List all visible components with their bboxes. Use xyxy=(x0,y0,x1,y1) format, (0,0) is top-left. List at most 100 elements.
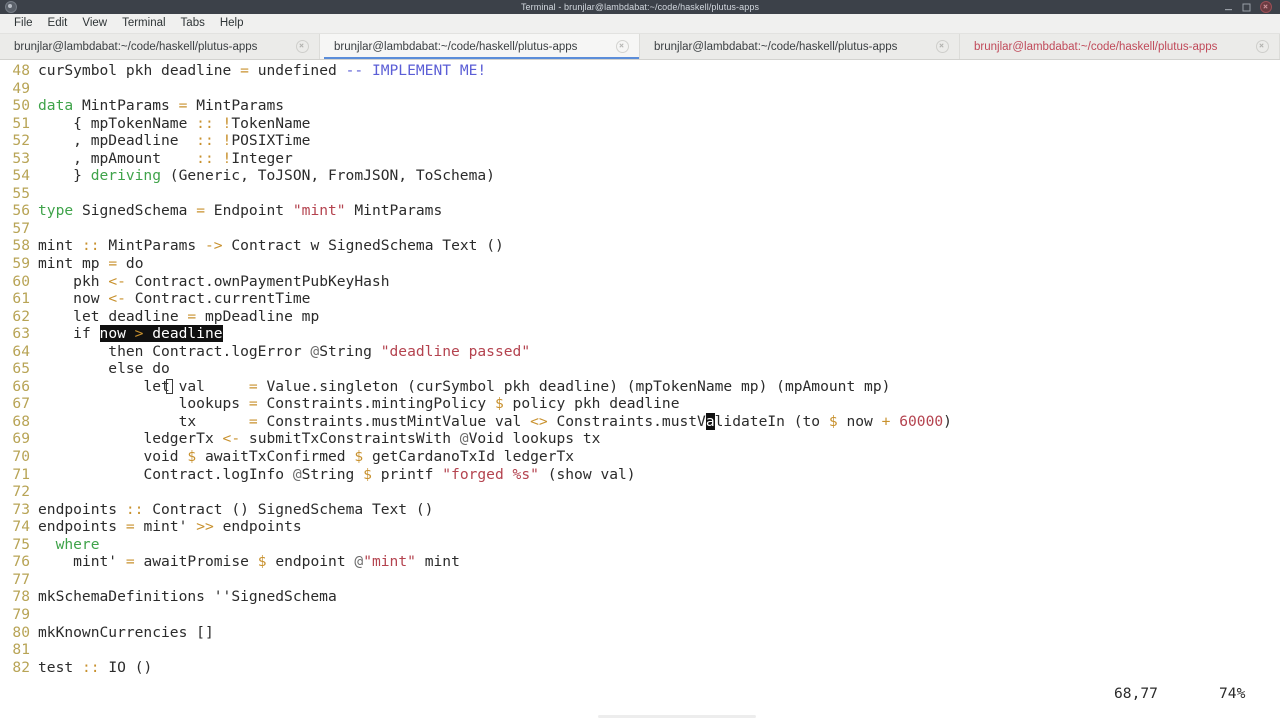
line-number: 70 xyxy=(12,448,30,466)
title-bar: Terminal - brunjlar@lambdabat:~/code/has… xyxy=(0,0,1280,14)
code-line: 49 xyxy=(0,80,1280,98)
line-number: 59 xyxy=(12,255,30,273)
line-number: 53 xyxy=(12,149,30,167)
code-line: 71 Contract.logInfo @String $ printf "fo… xyxy=(0,466,1280,484)
code-line: 81 xyxy=(0,641,1280,659)
code-line: 55 xyxy=(0,185,1280,203)
tab-label: brunjlar@lambdabat:~/code/haskell/plutus… xyxy=(334,40,578,53)
line-number: 62 xyxy=(12,307,30,325)
code-line: 68 tx = Constraints.mustMintValue val <>… xyxy=(0,412,1280,431)
code-buffer[interactable]: 48 curSymbol pkh deadline = undefined -- … xyxy=(0,62,1280,676)
tab-label: brunjlar@lambdabat:~/code/haskell/plutus… xyxy=(654,40,898,53)
menu-item-tabs[interactable]: Tabs xyxy=(174,15,213,32)
line-number: 54 xyxy=(12,167,30,185)
line-number: 51 xyxy=(12,114,30,132)
menu-item-edit[interactable]: Edit xyxy=(41,15,76,32)
line-number: 55 xyxy=(12,184,30,202)
terminal-window: Terminal - brunjlar@lambdabat:~/code/has… xyxy=(0,0,1280,720)
line-number: 72 xyxy=(12,483,30,501)
line-number: 78 xyxy=(12,588,30,606)
code-line: 50 data MintParams = MintParams xyxy=(0,97,1280,115)
line-number: 76 xyxy=(12,553,30,571)
code-line: 78 mkSchemaDefinitions ''SignedSchema xyxy=(0,588,1280,606)
code-line: 54 } deriving (Generic, ToJSON, FromJSON… xyxy=(0,167,1280,185)
line-number: 64 xyxy=(12,342,30,360)
code-line: 53 , mpAmount :: !Integer xyxy=(0,150,1280,168)
line-number: 60 xyxy=(12,272,30,290)
code-line: 82 test :: IO () xyxy=(0,659,1280,677)
line-number: 57 xyxy=(12,219,30,237)
line-number: 66 xyxy=(12,377,30,395)
window-title: Terminal - brunjlar@lambdabat:~/code/has… xyxy=(520,2,760,12)
code-line: 65 else do xyxy=(0,360,1280,378)
maximize-icon[interactable] xyxy=(1242,3,1251,12)
terminal-tab-1[interactable]: brunjlar@lambdabat:~/code/haskell/plutus… xyxy=(0,34,320,59)
terminal-tab-4[interactable]: brunjlar@lambdabat:~/code/haskell/plutus… xyxy=(960,34,1280,59)
line-number: 82 xyxy=(12,658,30,676)
code-line: 61 now <- Contract.currentTime xyxy=(0,290,1280,308)
menu-item-terminal[interactable]: Terminal xyxy=(115,15,173,32)
code-line: 75 where xyxy=(0,536,1280,554)
menu-item-file[interactable]: File xyxy=(7,15,41,32)
cursor-position: 68,77 xyxy=(1114,685,1158,703)
terminal-tab-3[interactable]: brunjlar@lambdabat:~/code/haskell/plutus… xyxy=(640,34,960,59)
line-number: 67 xyxy=(12,395,30,413)
code-line: 56 type SignedSchema = Endpoint "mint" Mi… xyxy=(0,202,1280,220)
tab-close-icon[interactable] xyxy=(296,40,309,53)
terminal-screen[interactable]: 48 curSymbol pkh deadline = undefined -- … xyxy=(0,60,1280,720)
line-number: 63 xyxy=(12,325,30,343)
code-line: 69 ledgerTx <- submitTxConstraintsWith @… xyxy=(0,430,1280,448)
code-line: 48 curSymbol pkh deadline = undefined -- … xyxy=(0,62,1280,80)
line-number: 58 xyxy=(12,237,30,255)
tab-label: brunjlar@lambdabat:~/code/haskell/plutus… xyxy=(974,40,1218,53)
line-number: 81 xyxy=(12,641,30,659)
menu-bar: File Edit View Terminal Tabs Help xyxy=(0,14,1280,34)
line-number: 68 xyxy=(12,412,30,430)
code-line: 70 void $ awaitTxConfirmed $ getCardanoT… xyxy=(0,448,1280,466)
text-cursor: a xyxy=(705,412,715,430)
code-line: 60 pkh <- Contract.ownPaymentPubKeyHash xyxy=(0,273,1280,291)
terminal-tab-2[interactable]: brunjlar@lambdabat:~/code/haskell/plutus… xyxy=(320,34,640,59)
line-number: 61 xyxy=(12,290,30,308)
code-line: 62 let deadline = mpDeadline mp xyxy=(0,308,1280,326)
scroll-percent: 74% xyxy=(1219,685,1246,703)
line-number: 56 xyxy=(12,202,30,220)
code-line: 77 xyxy=(0,571,1280,589)
code-line: 52 , mpDeadline :: !POSIXTime xyxy=(0,132,1280,150)
code-line: 67 lookups = Constraints.mintingPolicy $… xyxy=(0,395,1280,413)
tab-label: brunjlar@lambdabat:~/code/haskell/plutus… xyxy=(14,40,258,53)
menu-item-help[interactable]: Help xyxy=(213,15,252,32)
code-line: 63 if now > deadline xyxy=(0,325,1280,343)
terminal-icon xyxy=(5,1,17,13)
code-line: 59 mint mp = do xyxy=(0,255,1280,273)
tab-close-icon[interactable] xyxy=(1256,40,1269,53)
line-number: 52 xyxy=(12,132,30,150)
line-number: 77 xyxy=(12,570,30,588)
code-line: 74 endpoints = mint' >> endpoints xyxy=(0,518,1280,536)
code-line: 80 mkKnownCurrencies [] xyxy=(0,624,1280,642)
tab-close-icon[interactable] xyxy=(936,40,949,53)
tab-close-icon[interactable] xyxy=(616,40,629,53)
line-number: 69 xyxy=(12,430,30,448)
line-number: 65 xyxy=(12,360,30,378)
code-line: 51 { mpTokenName :: !TokenName xyxy=(0,115,1280,133)
window-bottom-hint xyxy=(598,715,756,718)
line-number: 75 xyxy=(12,535,30,553)
code-line: 73 endpoints :: Contract () SignedSchema … xyxy=(0,501,1280,519)
line-number: 71 xyxy=(12,465,30,483)
code-line: 57 xyxy=(0,220,1280,238)
menu-item-view[interactable]: View xyxy=(75,15,115,32)
line-number: 48 xyxy=(12,62,30,79)
search-match: now > deadline xyxy=(99,325,223,343)
line-number: 73 xyxy=(12,500,30,518)
minimize-icon[interactable] xyxy=(1224,3,1233,12)
line-number: 79 xyxy=(12,605,30,623)
close-icon[interactable] xyxy=(1260,1,1272,13)
code-line: 58 mint :: MintParams -> Contract w Signe… xyxy=(0,237,1280,255)
code-line: 72 xyxy=(0,483,1280,501)
line-number: 80 xyxy=(12,623,30,641)
line-number: 50 xyxy=(12,97,30,115)
code-line: 64 then Contract.logError @String "deadl… xyxy=(0,343,1280,361)
line-number: 49 xyxy=(12,79,30,97)
code-line: 76 mint' = awaitPromise $ endpoint @"min… xyxy=(0,553,1280,571)
